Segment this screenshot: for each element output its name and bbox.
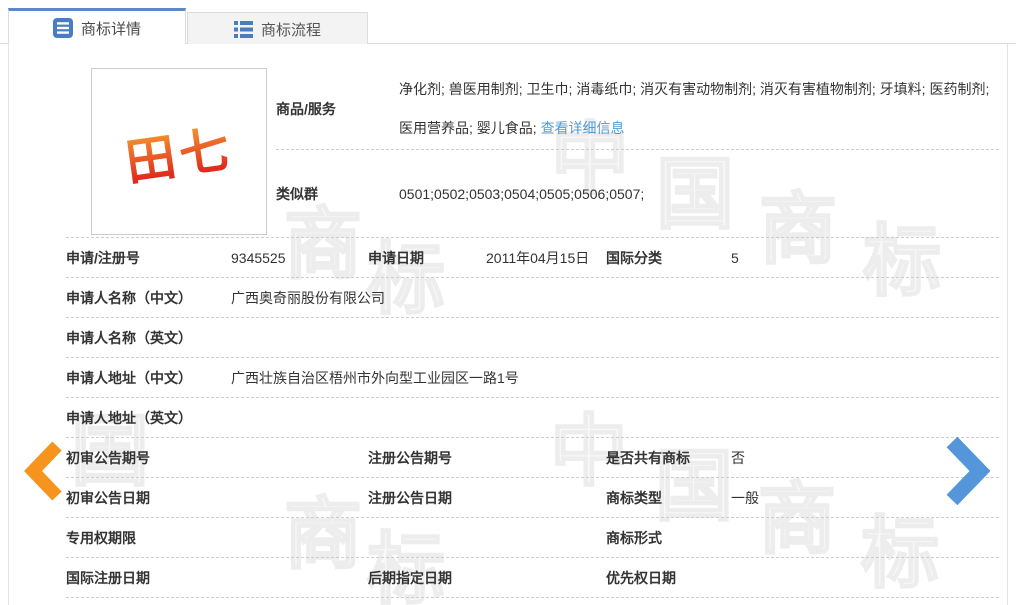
document-lines-icon [53,18,73,38]
field-row: 申请/注册号9345525申请日期2011年04月15日国际分类5 [66,238,999,278]
view-details-link[interactable]: 查看详细信息 [541,120,625,136]
goods-services-text: 净化剂; 兽医用制剂; 卫生巾; 消毒纸巾; 消灭有害动物制剂; 消灭有害植物制… [399,81,989,136]
field-label: 国际分类 [606,248,731,268]
trademark-summary-section: 田七 商品/服务 净化剂; 兽医用制剂; 卫生巾; 消毒纸巾; 消灭有害动物制剂… [66,68,999,238]
tab-label: 商标流程 [261,19,321,40]
field-row: 初审公告期号注册公告期号是否共有商标否 [66,438,999,478]
field-row: 初审公告日期注册公告日期商标类型一般 [66,478,999,518]
field-value: 广西奥奇丽股份有限公司 [231,288,999,308]
field-value: 2011年04月15日 [486,248,606,268]
similar-group-row: 类似群 0501;0502;0503;0504;0505;0506;0507; [276,150,999,237]
field-label: 注册公告期号 [368,448,486,468]
field-value: 9345525 [231,250,368,266]
trademark-image: 田七 [91,68,267,235]
field-label: 优先权日期 [606,568,731,588]
field-row: 申请人名称（英文） [66,318,999,358]
field-row: 专用权期限 商标形式 [66,518,999,558]
field-label: 申请人地址（英文） [66,408,231,428]
goods-services-value: 净化剂; 兽医用制剂; 卫生巾; 消毒纸巾; 消灭有害动物制剂; 消灭有害植物制… [399,70,993,148]
tab-label: 商标详情 [81,18,141,39]
tab-trademark-detail[interactable]: 商标详情 [8,8,186,45]
tab-bar: 商标详情 商标流程 [0,0,1016,44]
field-label: 申请人名称（英文） [66,328,231,348]
list-icon [234,21,253,38]
field-label: 初审公告日期 [66,488,231,508]
field-label: 是否共有商标 [606,448,731,468]
field-label: 申请人地址（中文） [66,368,231,388]
field-row: 申请人地址（中文）广西壮族自治区梧州市外向型工业园区一路1号 [66,358,999,398]
field-label: 申请/注册号 [66,248,231,268]
goods-services-row: 商品/服务 净化剂; 兽医用制剂; 卫生巾; 消毒纸巾; 消灭有害动物制剂; 消… [276,68,999,150]
field-label: 后期指定日期 [368,568,486,588]
field-rows: 申请/注册号9345525申请日期2011年04月15日国际分类5申请人名称（中… [66,238,999,598]
field-row: 申请人名称（中文）广西奥奇丽股份有限公司 [66,278,999,318]
trademark-logo-text: 田七 [121,108,238,194]
similar-group-label: 类似群 [276,184,399,204]
next-arrow-button[interactable] [946,436,990,509]
tab-trademark-process[interactable]: 商标流程 [187,12,368,45]
field-label: 国际注册日期 [66,568,231,588]
field-label: 申请日期 [368,248,486,268]
field-row: 国际注册日期 后期指定日期 优先权日期 [66,558,999,598]
trademark-detail-panel: 中国商标商标国中国商标商标 田七 商品/服务 净化剂; 兽医用制剂; 卫生巾; … [8,44,1008,605]
field-label: 注册公告日期 [368,488,486,508]
field-label: 商标类型 [606,488,731,508]
field-label: 专用权期限 [66,528,231,548]
field-value: 广西壮族自治区梧州市外向型工业园区一路1号 [231,368,999,388]
prev-arrow-button[interactable] [24,441,62,504]
goods-services-label: 商品/服务 [276,99,399,119]
field-label: 初审公告期号 [66,448,231,468]
field-label: 申请人名称（中文） [66,288,231,308]
field-row: 申请人地址（英文） [66,398,999,438]
similar-group-value: 0501;0502;0503;0504;0505;0506;0507; [399,186,644,202]
field-label: 商标形式 [606,528,731,548]
field-value: 5 [731,250,999,266]
